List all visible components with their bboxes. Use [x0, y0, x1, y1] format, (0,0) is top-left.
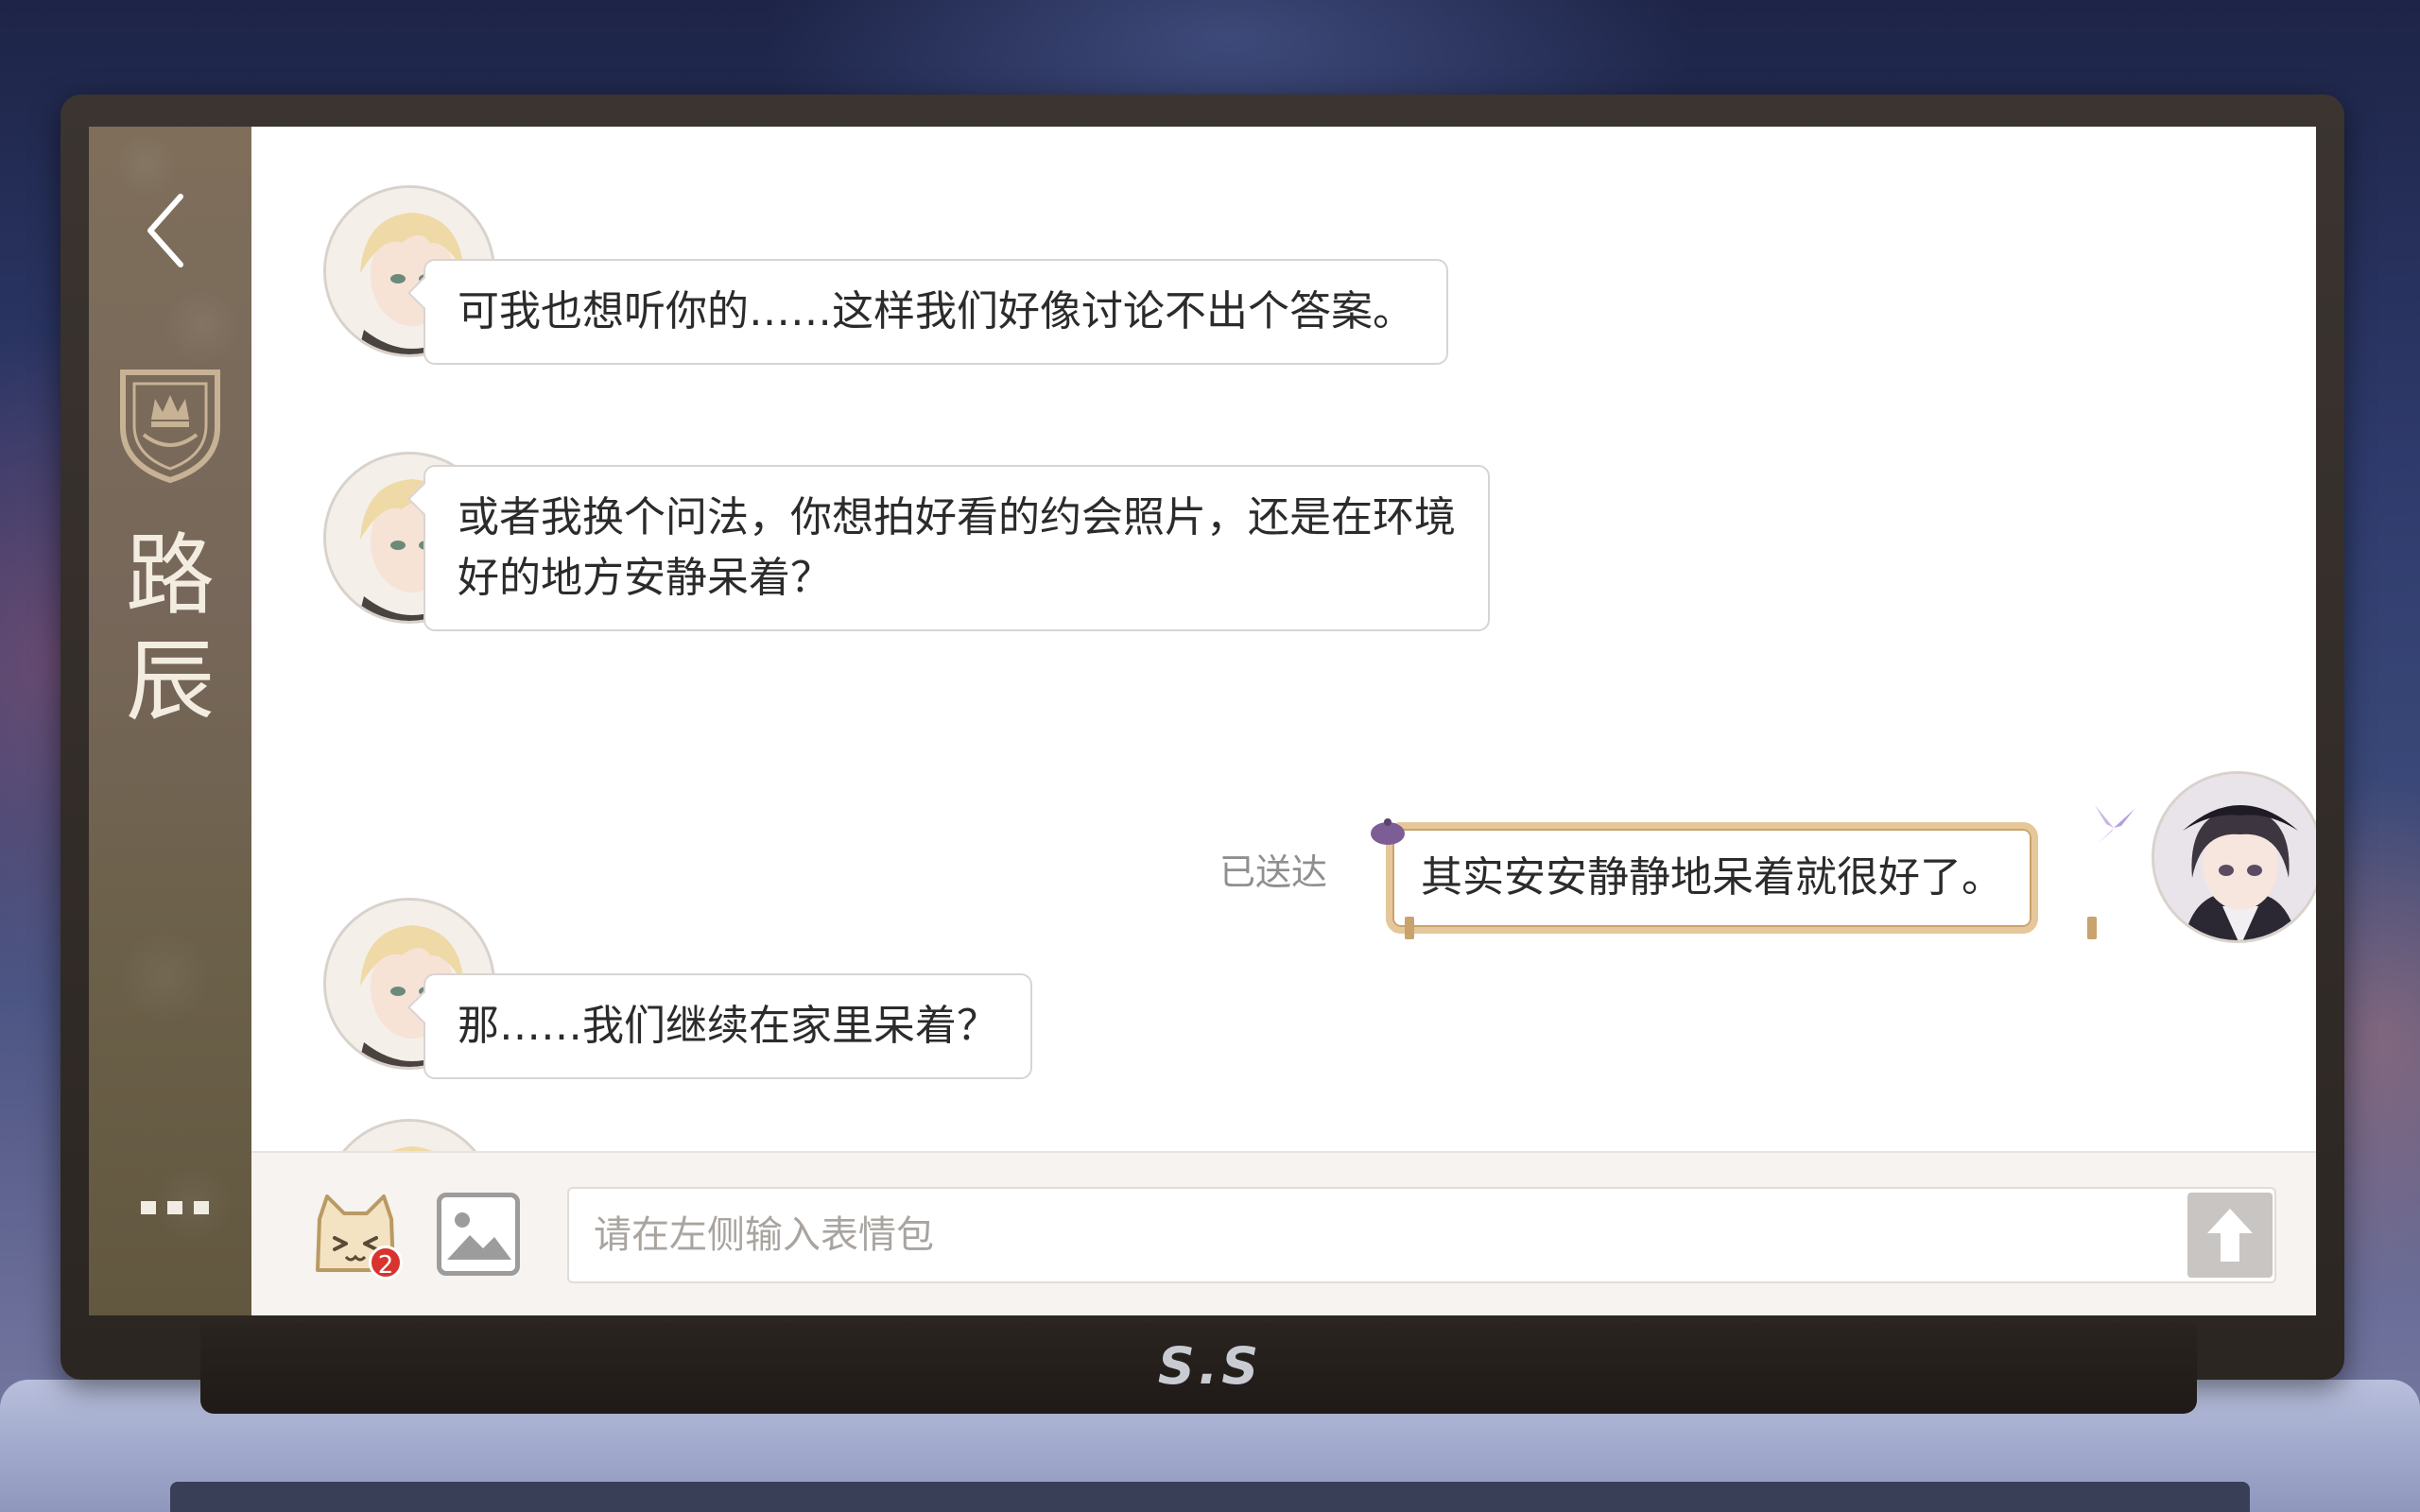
brand-logo: S.S: [1157, 1336, 1263, 1396]
chat-window: 路 辰 可我也想听你的……这样我们好像讨论不出个答案。 或者我换个问法，你想拍好…: [89, 127, 2316, 1315]
message-line: 好的地方安静呆着？: [458, 554, 832, 602]
butterfly-decoration-icon: [2095, 805, 2135, 843]
sticker-count-badge: 2: [369, 1246, 403, 1280]
message-bubble: 可我也想听你的……这样我们好像讨论不出个答案。: [424, 259, 1448, 365]
back-button[interactable]: [132, 183, 199, 278]
sidebar: 路 辰: [89, 127, 251, 1315]
message-row: 可我也想听你的……这样我们好像讨论不出个答案。: [251, 185, 2316, 365]
delivery-status: 已送达: [1219, 851, 1328, 893]
message-bubble: 那……我们继续在家里呆着？: [424, 973, 1032, 1079]
contact-name: 路 辰: [89, 524, 251, 735]
more-dot: [194, 1201, 209, 1214]
message-row: 或者我换个问法，你想拍好看的约会照片，还是在环境 好的地方安静呆着？: [251, 452, 2316, 631]
message-line: 或者我换个问法，你想拍好看的约会照片，还是在环境: [458, 493, 1456, 541]
beret-decoration-icon: [1371, 818, 1405, 845]
more-options-button[interactable]: [132, 1189, 217, 1227]
message-row: 那……我们继续在家里呆着？: [251, 898, 2316, 1079]
image-icon: [447, 1212, 511, 1260]
more-dot: [167, 1201, 182, 1214]
message-input[interactable]: [567, 1187, 2276, 1283]
input-bar: 2: [251, 1151, 2316, 1315]
back-arrow-icon: [147, 194, 183, 267]
more-dots-icon: [141, 1201, 156, 1214]
contact-avatar-partial: [323, 1119, 495, 1151]
school-crest-icon: [113, 361, 227, 484]
message-bubble: 或者我换个问法，你想拍好看的约会照片，还是在环境 好的地方安静呆着？: [424, 465, 1490, 631]
send-arrow-icon: [2207, 1209, 2253, 1262]
image-button[interactable]: [437, 1193, 520, 1276]
contact-name-line1: 路: [125, 524, 215, 627]
keyboard-strip: [170, 1482, 2250, 1512]
send-button[interactable]: [2187, 1193, 2273, 1278]
contact-name-line2: 辰: [125, 630, 215, 733]
message-list[interactable]: 可我也想听你的……这样我们好像讨论不出个答案。 或者我换个问法，你想拍好看的约会…: [251, 127, 2316, 1151]
